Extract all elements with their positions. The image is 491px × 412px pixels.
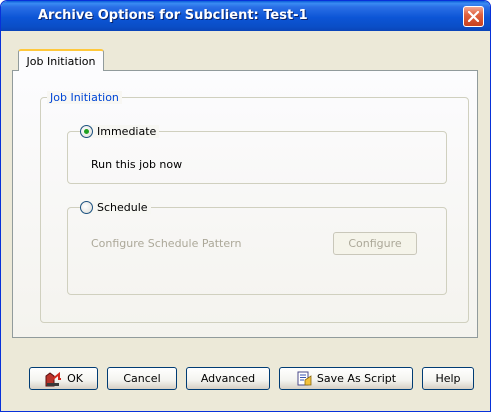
immediate-radio-row[interactable]: Immediate [80,125,160,138]
configure-button[interactable]: Configure [333,232,417,255]
cancel-button[interactable]: Cancel [107,367,177,390]
close-icon [468,11,479,22]
schedule-pattern-label: Configure Schedule Pattern [91,237,242,250]
schedule-label: Schedule [97,201,148,214]
schedule-radio-row[interactable]: Schedule [80,201,151,214]
immediate-description: Run this job now [91,158,183,171]
job-initiation-group-label: Job Initiation [47,91,122,104]
close-button[interactable] [463,6,484,27]
immediate-label: Immediate [97,125,157,138]
help-button[interactable]: Help [422,367,474,390]
save-as-script-button[interactable]: Save As Script [279,367,413,390]
ok-label: OK [67,372,83,385]
ok-icon [44,370,62,388]
ok-button[interactable]: OK [29,367,98,390]
script-icon [296,371,312,387]
immediate-radio[interactable] [80,125,93,138]
advanced-button[interactable]: Advanced [186,367,270,390]
tab-job-initiation[interactable]: Job Initiation [18,49,104,71]
schedule-radio[interactable] [80,201,93,214]
title-bar[interactable]: Archive Options for Subclient: Test-1 [1,1,490,31]
window-title: Archive Options for Subclient: Test-1 [38,8,308,23]
save-as-script-label: Save As Script [316,372,397,385]
